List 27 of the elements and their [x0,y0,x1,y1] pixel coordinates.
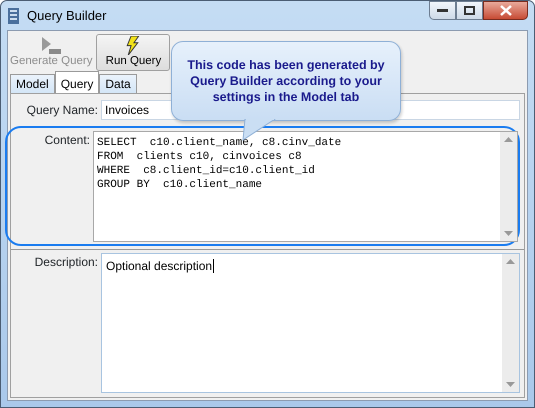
field-label: Content: [44,132,91,149]
maximize-icon [464,6,475,15]
callout-tooltip: This code has been generated by Query Builder according to your settings in the Model tab [171,41,401,121]
scroll-up-icon[interactable] [504,137,513,142]
tab[interactable]: Data [99,74,137,93]
content-field[interactable]: SELECT c10.client_name, c8.cinv_date FROM clients c10, cinvoices c8 WHERE c8.client_id=c10.client_id GROUP BY c10.client_name [93,131,518,242]
close-button[interactable] [483,1,528,20]
minimize-icon [437,8,448,12]
scrollbar[interactable] [502,254,519,392]
tab[interactable]: Query [54,71,100,93]
tab[interactable]: Model [10,74,55,93]
description-field[interactable]: Optional description [101,253,520,393]
scroll-down-icon[interactable] [506,382,515,387]
lightning-icon [125,36,142,56]
database-icon [7,6,21,24]
field-label: Query Name: [26,102,99,119]
maximize-button[interactable] [456,1,483,20]
scrollbar[interactable] [500,132,517,241]
close-icon [500,5,512,16]
field-label: Description: [34,254,99,271]
run-query-button[interactable]: Run Query [96,34,170,71]
scroll-up-icon[interactable] [506,259,515,264]
minimize-button[interactable] [429,1,456,20]
scroll-down-icon[interactable] [504,231,513,236]
window-title: Query Builder [27,6,106,25]
sql-code: SELECT c10.client_name, c8.cinv_date FROM clients c10, cinvoices c8 WHERE c8.client_id=c10.client_id GROUP BY c10.client_name [96,136,342,193]
play-sql-icon [40,37,62,56]
